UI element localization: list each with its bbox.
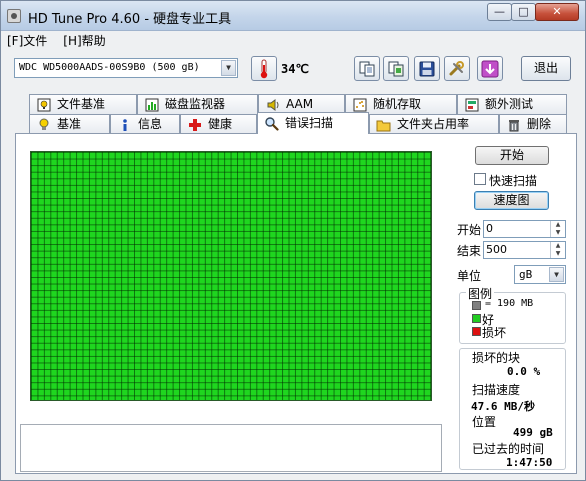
tab-label: 信息 [138,117,163,131]
tab-folder-usage[interactable]: 文件夹占用率 [369,114,499,134]
bar-chart-icon [144,97,159,112]
end-input[interactable]: 500 ▲ ▼ [483,241,566,259]
legend-title: 图例 [466,285,495,302]
quick-scan-label: 快速扫描 [489,174,538,188]
start-spinner[interactable]: ▲ ▼ [550,221,565,237]
elapsed-time-label: 已过去的时间 [472,442,545,456]
red-cross-icon [187,117,202,132]
window-title: HD Tune Pro 4.60 - 硬盘专业工具 [28,12,232,27]
temperature-button[interactable] [251,56,277,81]
tab-erase[interactable]: 删除 [499,114,567,134]
tab-label: 删除 [527,117,552,131]
tab-label: 文件基准 [57,97,106,111]
minimize-button[interactable]: — [487,3,512,21]
speed-map-button[interactable]: 速度图 [474,191,549,210]
unit-label: 单位 [457,269,482,283]
exit-button[interactable]: 退出 [521,56,571,81]
title-bar: HD Tune Pro 4.60 - 硬盘专业工具 — □ ✕ [1,1,585,31]
drive-select-value: WDC WD5000AADS-00S9B0 (500 gB) [19,62,200,73]
tab-label: 磁盘监视器 [165,97,226,111]
elapsed-time-value: 1:47:50 [506,456,553,469]
block-size-swatch [472,301,481,310]
good-swatch [472,314,481,323]
app-icon [7,9,21,23]
unit-select[interactable]: gB ▼ [514,265,566,284]
tab-label: 基准 [57,117,82,131]
unit-select-value: gB [519,268,533,281]
scan-speed-value: 47.6 MB/秒 [471,400,535,413]
menu-file[interactable]: [F]文件 [7,32,47,50]
quick-scan-checkbox[interactable] [474,173,486,185]
end-label: 结束 [457,244,482,258]
extra-tests-icon [464,97,479,112]
start-input[interactable]: 0 ▲ ▼ [483,220,566,238]
app-window: HD Tune Pro 4.60 - 硬盘专业工具 — □ ✕ [F]文件 [H… [0,0,586,481]
save-button[interactable] [414,56,440,81]
tab-label: 随机存取 [373,97,422,111]
copy-icon [359,61,375,76]
arrow-down-icon [481,60,499,77]
tab-disk-monitor[interactable]: 磁盘监视器 [137,94,258,114]
tab-file-benchmark[interactable]: 文件基准 [29,94,137,114]
thermometer-icon [260,59,268,78]
tab-label: 额外测试 [485,97,534,111]
tab-label: 文件夹占用率 [397,117,470,131]
block-map-grid [30,151,432,401]
start-input-value: 0 [486,222,493,235]
minimize-to-tray-button[interactable] [477,56,503,81]
damaged-blocks-label: 损坏的块 [472,351,521,365]
end-spinner[interactable]: ▲ ▼ [550,242,565,258]
close-button[interactable]: ✕ [535,3,579,21]
scan-speed-label: 扫描速度 [472,383,521,397]
lightbulb-icon [36,117,51,132]
end-input-value: 500 [486,243,507,256]
menu-bar: [F]文件 [H]帮助 [7,32,106,50]
start-label: 开始 [457,223,482,237]
start-scan-button[interactable]: 开始 [475,146,549,165]
scatter-chart-icon [352,97,367,112]
chevron-down-icon[interactable]: ▼ [221,60,236,76]
maximize-button[interactable]: □ [511,3,536,21]
copy-screenshot-button[interactable] [383,56,409,81]
tab-label: 错误扫描 [285,116,334,130]
menu-help[interactable]: [H]帮助 [63,32,105,50]
copy-image-icon [388,61,404,76]
tab-aam[interactable]: AAM [258,94,345,114]
tab-label: 健康 [208,117,233,131]
trash-icon [506,117,521,132]
tab-extra-tests[interactable]: 额外测试 [457,94,567,114]
tab-error-scan[interactable]: 错误扫描 [257,112,369,134]
position-value: 499 gB [513,426,553,439]
temperature-readout: 34℃ [281,62,309,76]
scan-log-area [20,424,442,472]
position-label: 位置 [472,415,497,429]
tab-health[interactable]: 健康 [180,114,257,134]
lightbulb-doc-icon [36,97,51,112]
folder-icon [376,117,391,132]
speaker-icon [265,97,280,112]
tools-icon [449,60,464,75]
info-icon [117,117,132,132]
floppy-disk-icon [419,61,435,76]
damaged-label: 损坏 [482,326,507,340]
copy-text-button[interactable] [354,56,380,81]
damaged-swatch [472,327,481,336]
options-button[interactable] [444,56,470,81]
chevron-down-icon[interactable]: ▼ [549,267,564,282]
tab-info[interactable]: 信息 [110,114,180,134]
tab-random-access[interactable]: 随机存取 [345,94,457,114]
damaged-blocks-value: 0.0 % [507,365,541,378]
magnifier-icon [264,116,279,131]
tab-benchmark[interactable]: 基准 [29,114,110,134]
drive-select[interactable]: WDC WD5000AADS-00S9B0 (500 gB) ▼ [14,58,238,78]
